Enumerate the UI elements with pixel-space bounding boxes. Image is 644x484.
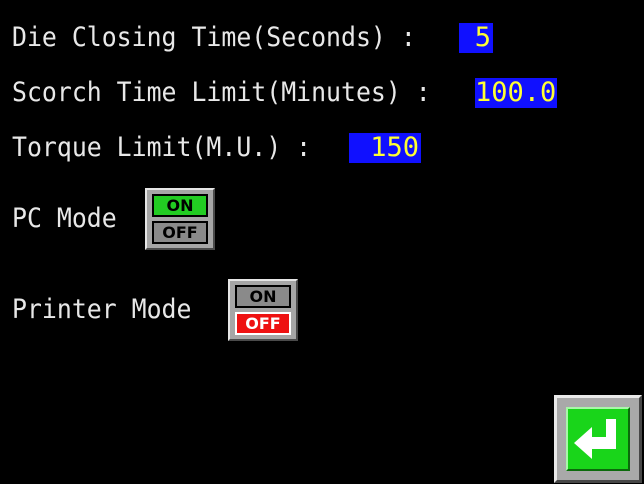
hmi-screen: Die Closing Time(Seconds) : 5 Scorch Tim… <box>0 0 644 484</box>
torque-limit-label: Torque Limit(M.U.) : <box>12 132 312 163</box>
scorch-time-limit-row: Scorch Time Limit(Minutes) : <box>12 76 467 110</box>
pc-mode-label: PC Mode <box>12 203 117 234</box>
printer-mode-on-button[interactable]: ON <box>235 285 291 308</box>
torque-limit-value[interactable]: 150 <box>349 133 421 163</box>
printer-mode-label: Printer Mode <box>12 294 192 325</box>
scorch-time-limit-label: Scorch Time Limit(Minutes) : <box>12 77 431 108</box>
pc-mode-row: PC Mode <box>12 202 126 236</box>
pc-mode-on-button[interactable]: ON <box>152 194 208 217</box>
scorch-time-limit-value[interactable]: 100.0 <box>475 78 557 108</box>
torque-limit-row: Torque Limit(M.U.) : <box>12 131 337 165</box>
die-closing-time-row: Die Closing Time(Seconds) : <box>12 21 451 55</box>
printer-mode-off-button[interactable]: OFF <box>235 312 291 335</box>
pc-mode-off-button[interactable]: OFF <box>152 221 208 244</box>
printer-mode-toggle[interactable]: ON OFF <box>228 279 298 341</box>
die-closing-time-value[interactable]: 5 <box>459 23 493 53</box>
pc-mode-toggle[interactable]: ON OFF <box>145 188 215 250</box>
enter-return-arrow-icon <box>566 407 630 471</box>
printer-mode-row: Printer Mode <box>12 293 207 327</box>
die-closing-time-label: Die Closing Time(Seconds) : <box>12 22 416 53</box>
enter-button[interactable] <box>554 395 642 483</box>
